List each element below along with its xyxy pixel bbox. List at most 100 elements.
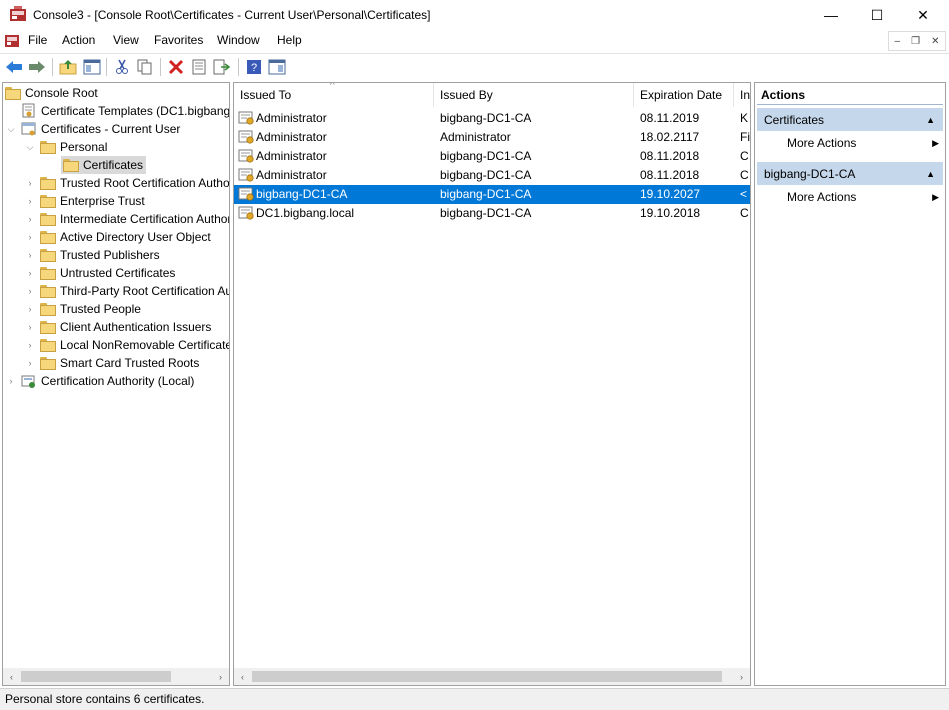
folder-icon [40, 176, 56, 190]
copy-icon[interactable] [134, 56, 156, 78]
tree-item-certificate-templates[interactable]: Certificate Templates (DC1.bigbang.local… [5, 102, 229, 120]
table-row[interactable]: DC1.bigbang.local bigbang-DC1-CA 19.10.201… [234, 204, 750, 223]
column-header-issued-by[interactable]: Issued By [434, 83, 634, 107]
scroll-thumb[interactable] [21, 671, 171, 682]
tree-item-label: Untrusted Certificates [60, 266, 176, 280]
title-bar[interactable]: Console3 - [Console Root\Certificates - … [0, 0, 949, 30]
maximize-button[interactable]: ☐ [854, 0, 900, 30]
certificate-icon [238, 187, 254, 201]
menu-help[interactable]: Help [277, 33, 302, 47]
tree-horizontal-scrollbar[interactable]: ‹ › [3, 668, 229, 685]
scroll-left-arrow-icon[interactable]: ‹ [3, 668, 20, 685]
chevron-right-icon[interactable]: › [24, 174, 36, 192]
chevron-right-icon[interactable]: › [24, 336, 36, 354]
folder-icon [40, 248, 56, 262]
back-arrow-icon[interactable] [3, 56, 25, 78]
chevron-right-icon[interactable]: › [24, 318, 36, 336]
menu-action[interactable]: Action [62, 33, 95, 47]
up-folder-icon[interactable] [57, 56, 79, 78]
cut-icon[interactable] [111, 56, 133, 78]
tree-item-certificates-current-user[interactable]: ⌵ Certificates - Current User [5, 120, 181, 138]
certificate-list[interactable]: Issued To ^ Issued By Expiration Date In… [233, 82, 751, 686]
menu-file[interactable]: File [28, 33, 47, 47]
chevron-right-icon[interactable]: › [24, 282, 36, 300]
mdi-close-button[interactable]: ✕ [931, 36, 939, 47]
chevron-right-icon[interactable]: › [24, 210, 36, 228]
folder-icon [40, 338, 56, 352]
chevron-right-icon[interactable]: › [24, 300, 36, 318]
scroll-right-arrow-icon[interactable]: › [733, 668, 750, 685]
cell-expiration-date: 19.10.2018 [640, 206, 701, 220]
list-horizontal-scrollbar[interactable]: ‹ › [234, 668, 750, 685]
mmc-app-icon[interactable] [9, 6, 27, 22]
tree-item-store[interactable]: › Intermediate Certification Authorities [24, 210, 229, 228]
mdi-child-icon[interactable] [4, 32, 20, 48]
minimize-button[interactable]: — [808, 0, 854, 30]
chevron-down-icon[interactable]: ⌵ [24, 138, 36, 156]
cell-expiration-date: 08.11.2018 [640, 149, 700, 163]
tree-item-store[interactable]: › Third-Party Root Certification Authorit… [24, 282, 229, 300]
show-hide-action-pane-icon[interactable] [266, 56, 288, 78]
mdi-minimize-button[interactable]: – [895, 36, 901, 47]
certificate-templates-icon [22, 103, 35, 118]
tree-item-store[interactable]: › Enterprise Trust [24, 192, 145, 210]
table-row[interactable]: Administrator bigbang-DC1-CA 08.11.2018 C [234, 147, 750, 166]
table-row[interactable]: bigbang-DC1-CA bigbang-DC1-CA 19.10.2027 < [234, 185, 750, 204]
svg-text:?: ? [251, 62, 257, 74]
delete-icon[interactable] [165, 56, 187, 78]
forward-arrow-icon[interactable] [26, 56, 48, 78]
chevron-right-icon[interactable]: › [24, 264, 36, 282]
table-row[interactable]: Administrator bigbang-DC1-CA 08.11.2019 K [234, 109, 750, 128]
tree-item-store[interactable]: › Local NonRemovable Certificates [24, 336, 229, 354]
more-actions-selected-cert[interactable]: More Actions ▶ [787, 188, 939, 206]
cell-issued-by: bigbang-DC1-CA [440, 149, 532, 163]
show-hide-tree-icon[interactable] [81, 56, 103, 78]
tree-item-store[interactable]: › Trusted Root Certification Authorities [24, 174, 230, 192]
menu-view[interactable]: View [113, 33, 139, 47]
console-tree[interactable]: Console Root Certificate Templates (DC1.… [2, 82, 230, 686]
actions-section-certificates[interactable]: Certificates ▲ [757, 108, 943, 131]
tree-item-store[interactable]: › Active Directory User Object [24, 228, 211, 246]
folder-icon [5, 86, 21, 100]
column-header-issued-to[interactable]: Issued To ^ [234, 83, 434, 107]
help-icon[interactable]: ? [243, 56, 265, 78]
menu-window[interactable]: Window [217, 33, 260, 47]
folder-icon [63, 158, 79, 172]
mdi-controls: – ❐ ✕ [888, 31, 946, 51]
actions-section-selected-cert[interactable]: bigbang-DC1-CA ▲ [757, 162, 943, 185]
scroll-right-arrow-icon[interactable]: › [212, 668, 229, 685]
mdi-restore-button[interactable]: ❐ [911, 36, 920, 47]
tree-item-certification-authority[interactable]: › Certification Authority (Local) [5, 372, 194, 390]
cell-issued-to: DC1.bigbang.local [256, 206, 355, 220]
submenu-arrow-icon: ▶ [932, 191, 939, 202]
tree-item-store[interactable]: › Trusted Publishers [24, 246, 160, 264]
chevron-right-icon[interactable]: › [24, 246, 36, 264]
table-row[interactable]: Administrator Administrator 18.02.2117 Fi [234, 128, 750, 147]
tree-item-console-root[interactable]: Console Root [5, 84, 98, 102]
chevron-right-icon[interactable]: › [24, 354, 36, 372]
collapse-arrow-icon[interactable]: ▲ [926, 115, 935, 125]
scroll-left-arrow-icon[interactable]: ‹ [234, 668, 251, 685]
chevron-right-icon[interactable]: › [5, 372, 17, 390]
chevron-right-icon[interactable]: › [24, 228, 36, 246]
tree-item-store[interactable]: › Trusted People [24, 300, 141, 318]
column-header-intended-purposes[interactable]: In [734, 83, 750, 107]
tree-item-store[interactable]: › Smart Card Trusted Roots [24, 354, 199, 372]
column-header-expiration-date[interactable]: Expiration Date [634, 83, 734, 107]
close-button[interactable]: ✕ [900, 0, 946, 30]
tree-item-store[interactable]: › Client Authentication Issuers [24, 318, 211, 336]
chevron-down-icon[interactable]: ⌵ [5, 120, 17, 138]
tree-item-personal[interactable]: ⌵ Personal [24, 138, 107, 156]
tree-item-label: Trusted Root Certification Authorities [60, 176, 230, 190]
table-row[interactable]: Administrator bigbang-DC1-CA 08.11.2018 C [234, 166, 750, 185]
menu-favorites[interactable]: Favorites [154, 33, 203, 47]
tree-item-label: Certification Authority (Local) [41, 374, 195, 388]
tree-item-certificates-selected[interactable]: Certificates [61, 156, 147, 174]
scroll-thumb[interactable] [252, 671, 722, 682]
properties-icon[interactable] [188, 56, 210, 78]
chevron-right-icon[interactable]: › [24, 192, 36, 210]
export-list-icon[interactable] [211, 56, 233, 78]
tree-item-store[interactable]: › Untrusted Certificates [24, 264, 175, 282]
collapse-arrow-icon[interactable]: ▲ [926, 169, 935, 179]
more-actions-certificates[interactable]: More Actions ▶ [787, 134, 939, 152]
